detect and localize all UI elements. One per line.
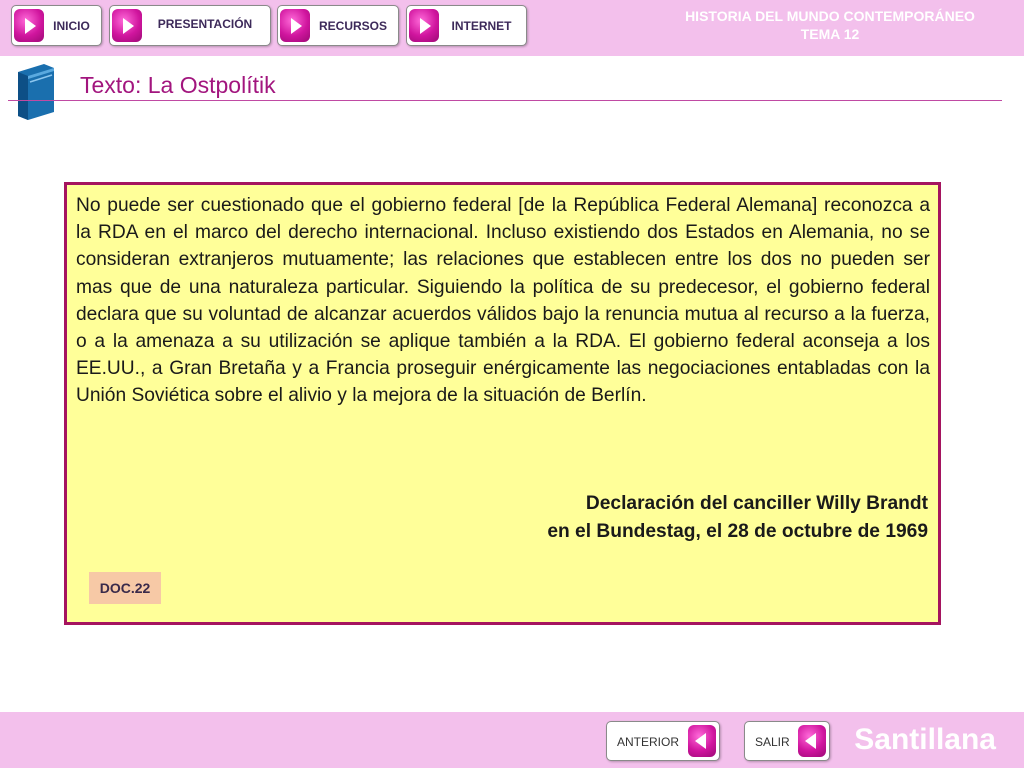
document-body: No puede ser cuestionado que el gobierno… bbox=[76, 195, 930, 407]
exit-button-label: SALIR bbox=[755, 735, 790, 749]
document-panel: No puede ser cuestionado que el gobierno… bbox=[64, 182, 941, 625]
title-divider bbox=[8, 100, 1002, 101]
nav-button-internet[interactable]: INTERNET bbox=[406, 5, 527, 46]
document-badge: DOC.22 bbox=[89, 572, 161, 604]
play-arrow-icon bbox=[280, 9, 310, 42]
course-title-line1: HISTORIA DEL MUNDO CONTEMPORÁNEO bbox=[685, 8, 975, 24]
exit-button[interactable]: SALIR bbox=[744, 721, 830, 761]
nav-button-label: INTERNET bbox=[451, 19, 512, 33]
back-arrow-icon bbox=[798, 725, 826, 757]
book-icon bbox=[18, 64, 54, 120]
nav-button-label: RECURSOS bbox=[318, 19, 387, 33]
document-source-line2: en el Bundestag, el 28 de octubre de 196… bbox=[547, 520, 928, 542]
nav-button-recursos[interactable]: RECURSOS bbox=[277, 5, 399, 46]
nav-button-label: PRESENTACIÓN bbox=[157, 17, 253, 31]
previous-button-label: ANTERIOR bbox=[617, 735, 680, 749]
brand-logo: Santillana bbox=[854, 723, 996, 756]
nav-button-inicio[interactable]: INICIO bbox=[11, 5, 102, 46]
play-arrow-icon bbox=[14, 9, 44, 42]
nav-button-presentacion[interactable]: PRESENTACIÓN bbox=[109, 5, 271, 46]
course-title: HISTORIA DEL MUNDO CONTEMPORÁNEO TEMA 12 bbox=[650, 7, 1010, 43]
section-title: Texto: La Ostpolítik bbox=[80, 72, 276, 98]
play-arrow-icon bbox=[112, 9, 142, 42]
back-arrow-icon bbox=[688, 725, 716, 757]
previous-button[interactable]: ANTERIOR bbox=[606, 721, 720, 761]
document-source: Declaración del canciller Willy Brandt e… bbox=[547, 490, 928, 545]
course-title-line2: TEMA 12 bbox=[800, 26, 860, 42]
play-arrow-icon bbox=[409, 9, 439, 42]
nav-button-label: INICIO bbox=[53, 19, 90, 33]
document-source-line1: Declaración del canciller Willy Brandt bbox=[585, 493, 928, 514]
